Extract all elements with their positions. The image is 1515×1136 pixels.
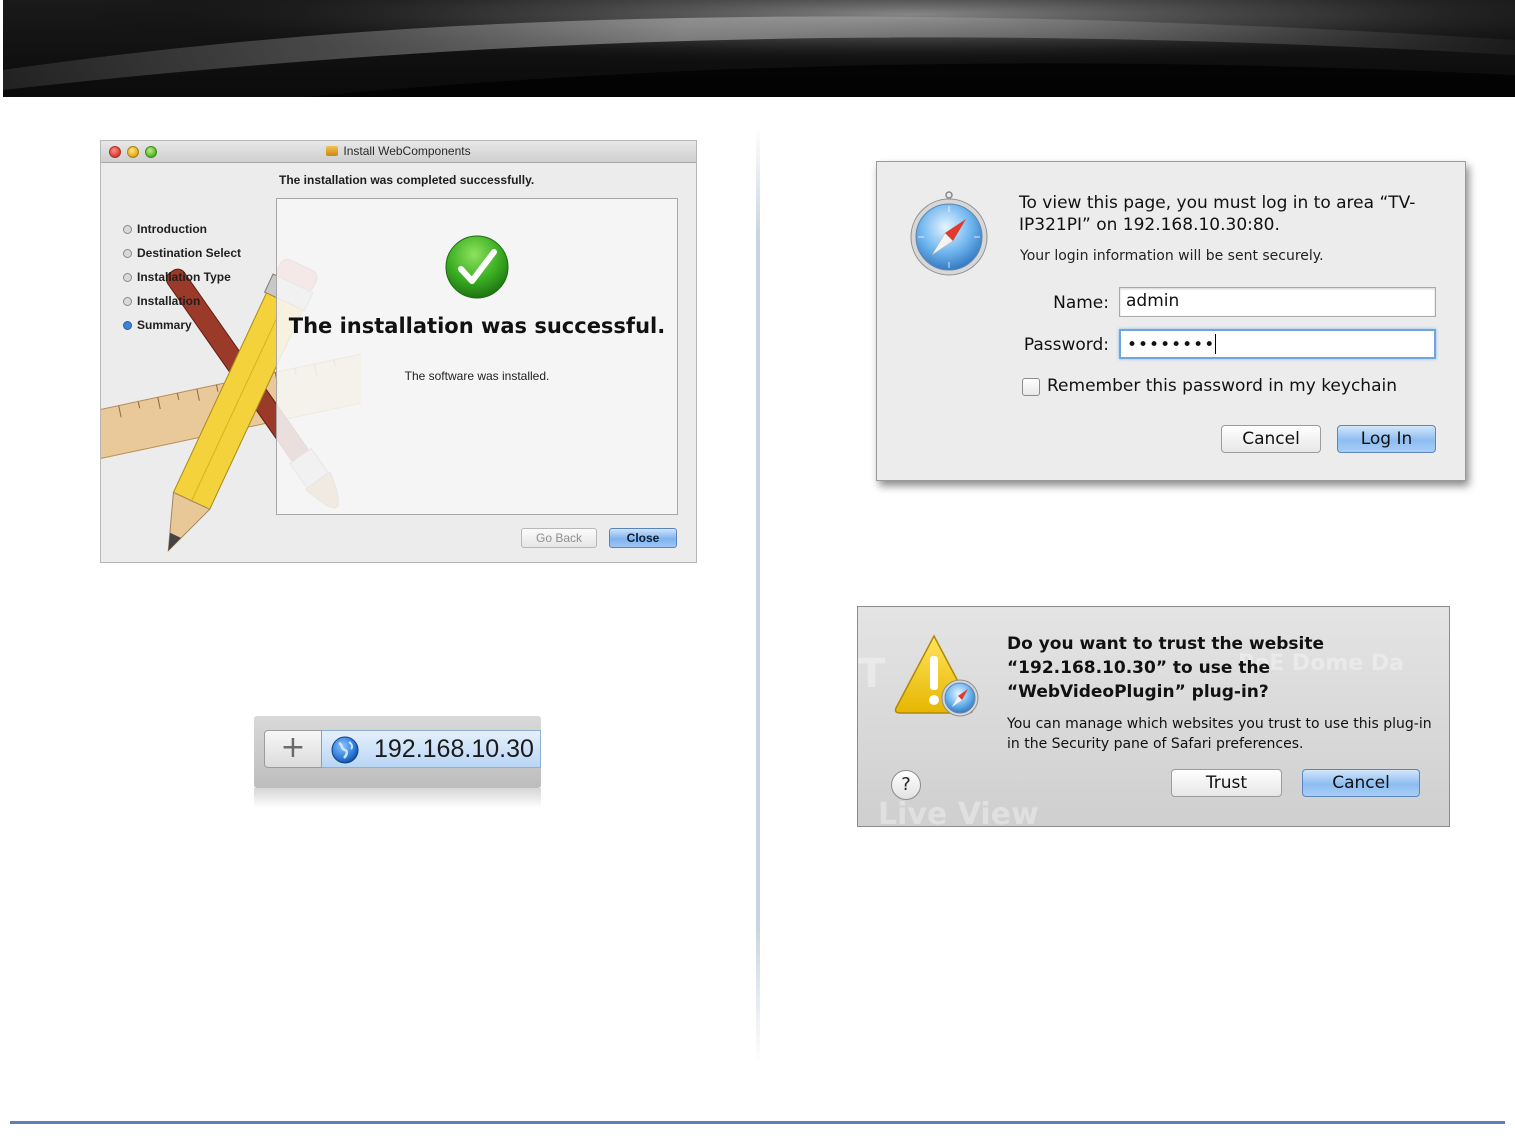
checkmark-icon <box>445 235 509 299</box>
banner-swoosh-graphic <box>3 0 1515 97</box>
password-label: Password: <box>1023 335 1109 355</box>
close-button[interactable]: Close <box>609 528 677 548</box>
remember-checkbox[interactable] <box>1022 378 1040 396</box>
header-banner <box>3 0 1515 97</box>
password-field[interactable]: •••••••• <box>1119 329 1436 359</box>
go-back-button[interactable]: Go Back <box>521 528 597 548</box>
step-bullet-icon <box>123 248 132 258</box>
step-installation: Installation <box>123 289 241 313</box>
installer-title: Install WebComponents <box>101 144 696 158</box>
url-field[interactable]: 192.168.10.30 <box>322 730 541 768</box>
background-ghost-glyph: T <box>858 651 886 697</box>
password-dots: •••••••• <box>1127 335 1216 355</box>
name-field[interactable]: admin <box>1119 287 1436 317</box>
trust-dialog-body: You can manage which websites you trust … <box>1007 716 1432 752</box>
installer-success-subtitle: The software was installed. <box>404 369 550 383</box>
step-summary: Summary <box>123 313 241 337</box>
trust-dialog-title: Do you want to trust the website “192.16… <box>1007 634 1324 702</box>
login-message: To view this page, you must log in to ar… <box>1019 193 1416 235</box>
trust-button[interactable]: Trust <box>1171 769 1282 797</box>
step-bullet-icon <box>123 296 132 306</box>
step-bullet-icon <box>123 272 132 282</box>
address-bar-reflection <box>254 788 541 808</box>
step-destination-select: Destination Select <box>123 241 241 265</box>
step-label: Installation <box>137 294 201 308</box>
background-ghost-text: Live View <box>878 797 1039 827</box>
step-installation-type: Installation Type <box>123 265 241 289</box>
installer-titlebar: Install WebComponents <box>101 141 696 163</box>
package-icon <box>326 146 339 156</box>
name-label: Name: <box>1053 293 1109 313</box>
step-bullet-icon <box>123 224 132 234</box>
login-dialog: To view this page, you must log in to ar… <box>876 161 1466 481</box>
installer-heading: The installation was completed successfu… <box>279 173 535 187</box>
installer-success-title: The installation was successful. <box>288 314 666 338</box>
warning-icon <box>894 634 979 717</box>
new-tab-button[interactable]: + <box>264 730 322 768</box>
globe-icon <box>331 736 359 764</box>
trust-cancel-button[interactable]: Cancel <box>1302 769 1420 797</box>
address-bar: + 192.168.10.30 <box>254 716 541 788</box>
text-cursor <box>1215 334 1217 354</box>
column-divider <box>756 125 760 1065</box>
step-label: Summary <box>137 318 192 332</box>
step-label: Installation Type <box>137 270 231 284</box>
installer-steps: Introduction Destination Select Installa… <box>123 217 241 337</box>
footer-rule <box>10 1121 1505 1124</box>
installer-content-panel: The installation was successful. The sof… <box>276 198 678 515</box>
step-bullet-icon <box>123 320 132 330</box>
remember-label[interactable]: Remember this password in my keychain <box>1047 376 1397 396</box>
url-text: 192.168.10.30 <box>374 735 534 763</box>
login-secure-note: Your login information will be sent secu… <box>1020 248 1324 264</box>
step-label: Destination Select <box>137 246 242 260</box>
step-introduction: Introduction <box>123 217 241 241</box>
help-button[interactable]: ? <box>891 770 921 800</box>
log-in-button[interactable]: Log In <box>1337 425 1436 453</box>
safari-compass-icon <box>910 191 988 276</box>
step-label: Introduction <box>137 222 207 236</box>
installer-window: Install WebComponents The installation w… <box>100 140 697 563</box>
installer-title-text: Install WebComponents <box>343 144 471 158</box>
cancel-button[interactable]: Cancel <box>1221 425 1321 453</box>
document-page: Install WebComponents The installation w… <box>0 0 1515 1136</box>
trust-plugin-dialog: T PoE Dome Da Live View Do you want to t… <box>857 606 1450 827</box>
